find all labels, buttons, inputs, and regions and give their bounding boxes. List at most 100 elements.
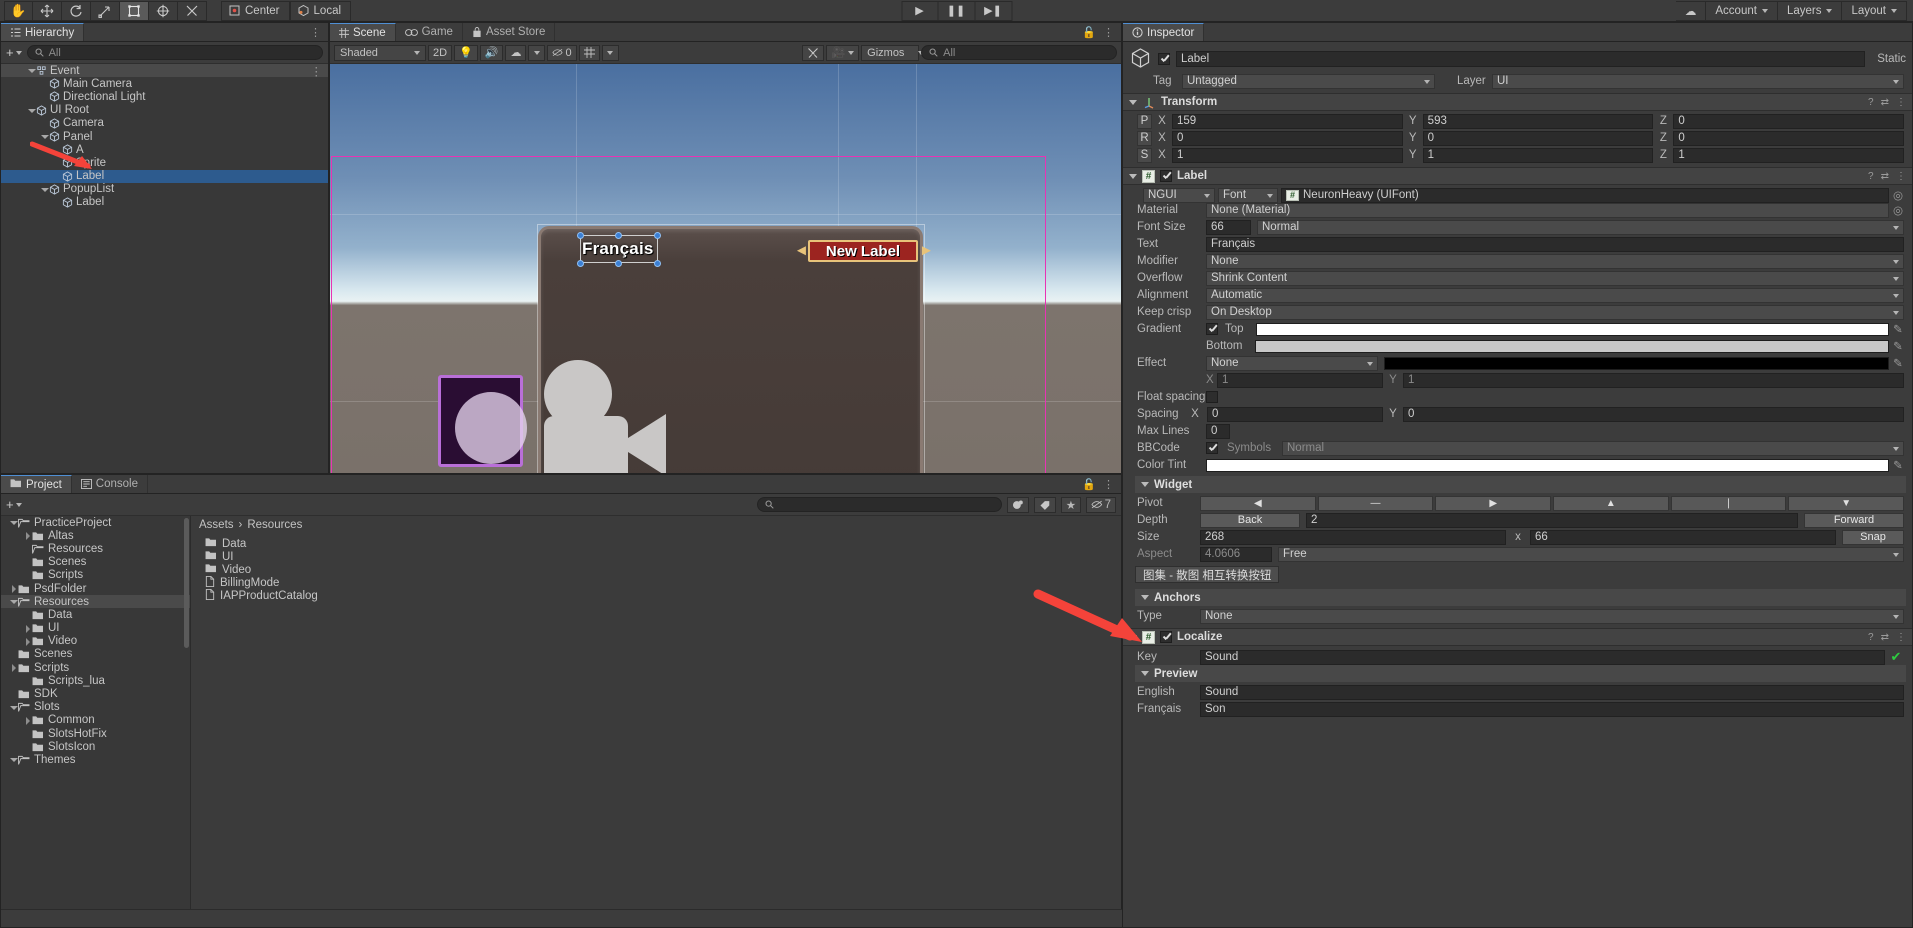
tab-console[interactable]: Console: [71, 475, 148, 493]
asset-item-billingmode[interactable]: BillingMode: [191, 576, 1121, 590]
font-type-dropdown[interactable]: Font: [1218, 187, 1278, 203]
project-folder-data[interactable]: Data: [1, 608, 190, 621]
size-height-field[interactable]: 66: [1530, 529, 1836, 545]
symbols-dropdown[interactable]: Normal: [1282, 440, 1904, 456]
project-folder-common[interactable]: Common: [1, 714, 190, 727]
transform-z-field[interactable]: 0: [1673, 113, 1905, 129]
expand-triangle-icon[interactable]: [9, 584, 18, 594]
effect-picker-icon[interactable]: ✎: [1892, 356, 1904, 370]
gradient-bottom-color-swatch[interactable]: [1255, 339, 1889, 353]
font-style-dropdown[interactable]: Normal: [1257, 219, 1904, 235]
preview-section-header[interactable]: Preview: [1135, 665, 1906, 682]
expand-triangle-icon[interactable]: [9, 518, 18, 527]
preset-icon[interactable]: ⇄: [1881, 632, 1889, 643]
create-asset-button[interactable]: +: [6, 497, 22, 512]
scale-tool-button[interactable]: [91, 0, 120, 21]
label-component-header[interactable]: # Label ? ⇄ ⋮: [1123, 167, 1912, 185]
overflow-dropdown[interactable]: Shrink Content: [1206, 270, 1904, 286]
breadcrumb-item[interactable]: Assets: [199, 519, 234, 531]
kebab-icon[interactable]: ⋮: [1896, 97, 1906, 108]
hierarchy-item-popuplist[interactable]: PopupList: [1, 183, 328, 196]
component-header-icons[interactable]: ? ⇄ ⋮: [1868, 171, 1906, 182]
project-folder-scenes[interactable]: Scenes: [1, 648, 190, 661]
expand-triangle-icon[interactable]: [9, 755, 18, 764]
tab-asset-store[interactable]: Asset Store: [462, 23, 556, 41]
pivot-button-0[interactable]: ◀: [1200, 495, 1316, 511]
project-folder-resources[interactable]: Resources: [1, 542, 190, 555]
project-folder-sdk[interactable]: SDK: [1, 687, 190, 700]
effect-x-field[interactable]: 1: [1217, 372, 1383, 388]
kebab-icon[interactable]: ⋮: [1896, 171, 1906, 182]
hierarchy-item-directional-light[interactable]: Directional Light: [1, 90, 328, 103]
collapse-triangle-icon[interactable]: [1129, 173, 1137, 179]
collapse-triangle-icon[interactable]: [1129, 634, 1137, 640]
collapse-triangle-icon[interactable]: [1141, 595, 1149, 600]
transform-y-field[interactable]: 0: [1422, 130, 1654, 146]
asset-item-iapproductcatalog[interactable]: IAPProductCatalog: [191, 589, 1121, 603]
hierarchy-item-sprite[interactable]: Sprite: [1, 156, 328, 169]
depth-field[interactable]: 2: [1306, 512, 1798, 528]
spacing-x-field[interactable]: 0: [1207, 406, 1383, 422]
project-folder-scripts[interactable]: Scripts: [1, 661, 190, 674]
asset-item-ui[interactable]: UI: [191, 550, 1121, 563]
project-tab-menu[interactable]: ⋮: [1103, 478, 1114, 491]
scene-fx-dropdown[interactable]: [528, 44, 546, 61]
tab-project[interactable]: Project: [1, 475, 72, 493]
localize-component-header[interactable]: # Localize ? ⇄ ⋮: [1123, 628, 1912, 646]
widget-handle[interactable]: [654, 260, 661, 267]
scene-tools-button[interactable]: [802, 44, 825, 61]
asset-item-video[interactable]: Video: [191, 563, 1121, 576]
aspect-field[interactable]: 4.0606: [1200, 546, 1272, 562]
widget-handle[interactable]: [615, 260, 622, 267]
scene-camera-button[interactable]: 🎥: [826, 44, 860, 61]
hierarchy-item-ui-root[interactable]: UI Root: [1, 104, 328, 117]
pivot-rotation-button[interactable]: Local: [289, 0, 352, 21]
gradient-checkbox[interactable]: [1206, 323, 1218, 335]
expand-triangle-icon[interactable]: [27, 66, 36, 75]
scene-lighting-button[interactable]: 💡: [454, 44, 478, 61]
font-asset-picker-icon[interactable]: ◎: [1892, 188, 1904, 202]
project-folder-scripts[interactable]: Scripts: [1, 569, 190, 582]
francais-label[interactable]: Français: [582, 239, 654, 259]
transform-x-field[interactable]: 1: [1172, 147, 1403, 163]
expand-triangle-icon[interactable]: [9, 663, 18, 673]
expand-triangle-icon[interactable]: [9, 597, 18, 606]
hierarchy-item-main-camera[interactable]: Main Camera: [1, 77, 328, 90]
anchor-type-dropdown[interactable]: None: [1200, 608, 1904, 624]
draw-mode-dropdown[interactable]: Shaded: [334, 44, 426, 61]
create-object-button[interactable]: +: [6, 45, 22, 60]
project-folder-scenes[interactable]: Scenes: [1, 556, 190, 569]
scene-grid-dropdown[interactable]: [601, 44, 619, 61]
kebab-icon[interactable]: ⋮: [311, 64, 329, 78]
gradient-bottom-picker-icon[interactable]: ✎: [1892, 339, 1904, 353]
project-folder-video[interactable]: Video: [1, 635, 190, 648]
new-label-widget[interactable]: New Label: [808, 240, 918, 262]
tab-scene[interactable]: Scene: [330, 23, 396, 41]
play-button[interactable]: ▶: [901, 0, 938, 21]
bbcode-checkbox[interactable]: [1206, 442, 1218, 454]
step-button[interactable]: ▶❚: [975, 0, 1012, 21]
widget-section-header[interactable]: Widget: [1135, 476, 1906, 493]
font-asset-field[interactable]: # NeuronHeavy (UIFont): [1281, 187, 1889, 203]
depth-forward-button[interactable]: Forward: [1804, 512, 1904, 528]
material-picker-icon[interactable]: ◎: [1892, 203, 1904, 217]
preview-value-field[interactable]: Sound: [1200, 684, 1904, 700]
account-button[interactable]: Account: [1706, 0, 1778, 21]
material-field[interactable]: None (Material): [1206, 202, 1889, 218]
hierarchy-item-label[interactable]: Label: [1, 196, 328, 209]
color-tint-swatch[interactable]: [1206, 458, 1889, 472]
collapse-triangle-icon[interactable]: [1141, 671, 1149, 676]
project-folder-psdfolder[interactable]: PsdFolder: [1, 582, 190, 595]
localize-key-field[interactable]: Sound: [1200, 649, 1885, 665]
label-filter-icon[interactable]: [1034, 496, 1056, 513]
tab-inspector[interactable]: Inspector: [1123, 23, 1205, 41]
anchors-section-header[interactable]: Anchors: [1135, 589, 1906, 606]
object-enabled-checkbox[interactable]: [1158, 52, 1170, 65]
rotate-tool-button[interactable]: [62, 0, 91, 21]
spacing-y-field[interactable]: 0: [1403, 406, 1904, 422]
localize-enabled-checkbox[interactable]: [1160, 631, 1172, 643]
widget-handle[interactable]: [615, 232, 622, 239]
hierarchy-item-a[interactable]: A: [1, 143, 328, 156]
project-folder-slotsicon[interactable]: SlotsIcon: [1, 740, 190, 753]
expand-triangle-icon[interactable]: [23, 531, 32, 541]
